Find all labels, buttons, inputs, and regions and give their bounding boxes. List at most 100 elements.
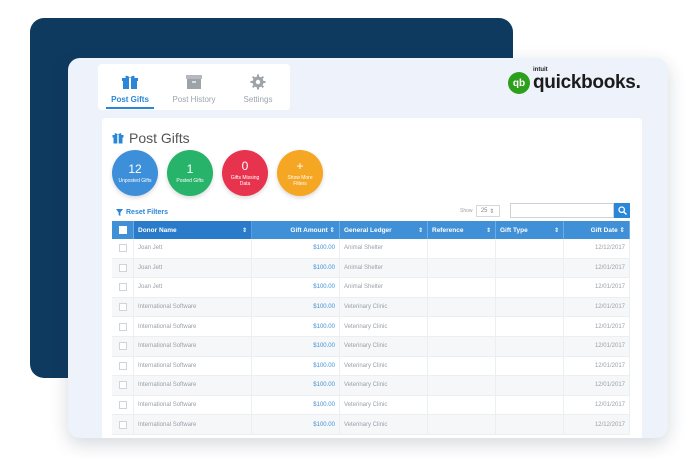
table-cell: International Software (134, 376, 252, 395)
table-cell: 12/12/2017 (564, 239, 630, 258)
filter-icon (116, 209, 123, 216)
table-row[interactable]: International Software $100.00 Veterinary … (112, 356, 630, 377)
stat-circle[interactable]: 0 Gifts Missing Data (222, 150, 268, 196)
stat-count: 12 (128, 161, 142, 176)
gear-icon (250, 74, 266, 90)
table-row[interactable]: Joan Jett $100.00 Animal Shelter 12/01/2017 (112, 258, 630, 279)
table-cell: 12/01/2017 (564, 297, 630, 317)
stat-count: 1 (186, 161, 194, 176)
table-row[interactable]: International Software $100.00 Veterinary … (112, 297, 630, 318)
table-row[interactable]: International Software $100.00 Veterinary … (112, 395, 630, 416)
table-row[interactable]: International Software $100.00 Veterinary … (112, 376, 630, 396)
table-cell (428, 376, 496, 395)
row-checkbox[interactable] (112, 317, 134, 336)
stat-label: Unposted Gifts (118, 177, 152, 184)
tab-post-gifts[interactable]: Post Gifts (98, 64, 162, 110)
sort-icon: ⇕ (553, 227, 559, 234)
table-row[interactable]: International Software $100.00 Veterinary … (112, 336, 630, 357)
row-checkbox[interactable] (112, 376, 134, 395)
stat-circle[interactable]: 1 Posted Gifts (167, 150, 213, 196)
col-gift-type[interactable]: Gift Type ⇕ (496, 221, 564, 239)
table-row[interactable]: Joan Jett $100.00 Animal Shelter 12/12/2017 (112, 239, 630, 259)
stat-count: 0 (241, 158, 249, 173)
search-input[interactable] (510, 203, 614, 218)
sort-icon: ⇕ (417, 227, 423, 234)
table-cell: Veterinary Clinic (340, 336, 428, 356)
tab-label: Post Gifts (111, 95, 149, 104)
table-cell: Veterinary Clinic (340, 415, 428, 434)
sort-icon: ⇕ (619, 227, 625, 234)
table-cell (496, 376, 564, 395)
search-icon (617, 206, 627, 215)
search-button[interactable] (614, 203, 630, 218)
table-body: Joan Jett $100.00 Animal Shelter 12/12/2017… (112, 239, 630, 435)
table-cell: 12/01/2017 (564, 376, 630, 395)
post-gifts-card: Post Gifts 12 Unposted Gifts 1 Posted Gifts… (102, 118, 642, 438)
select-all-checkbox[interactable] (112, 221, 134, 239)
col-donor-name[interactable]: Donor Name ⇕ (134, 221, 252, 239)
reset-filters-label: Reset Filters (126, 209, 169, 216)
sort-icon: ⇕ (485, 227, 491, 234)
table-cell (496, 395, 564, 415)
table-row[interactable]: International Software $100.00 Veterinary … (112, 415, 630, 435)
logo-wordmark: quickbooks. (533, 72, 641, 93)
table-cell: 12/12/2017 (564, 415, 630, 434)
table-cell: Joan Jett (134, 278, 252, 297)
sort-icon: ⇕ (241, 227, 247, 234)
table-cell (496, 356, 564, 376)
table-cell (496, 258, 564, 278)
page-title-text: Post Gifts (129, 130, 190, 146)
page-size-select[interactable]: 25 ⇕ (475, 205, 500, 217)
row-checkbox[interactable] (112, 297, 134, 317)
row-checkbox[interactable] (112, 239, 134, 258)
stat-label: Gifts Missing Data (230, 174, 260, 187)
stat-circle[interactable]: 12 Unposted Gifts (112, 150, 158, 196)
col-gift-date[interactable]: Gift Date ⇕ (564, 221, 630, 239)
stat-circle[interactable]: + Show More Filters (277, 150, 323, 196)
table-row[interactable]: International Software $100.00 Veterinary … (112, 317, 630, 337)
table-cell: 12/01/2017 (564, 278, 630, 297)
row-checkbox[interactable] (112, 356, 134, 376)
table-cell (428, 297, 496, 317)
gift-icon (112, 133, 124, 144)
app-window: Post Gifts Post History Settings qb intu… (68, 58, 668, 438)
show-label: Show (460, 208, 473, 214)
table-cell: $100.00 (252, 278, 340, 297)
row-checkbox[interactable] (112, 336, 134, 356)
page-size-control: Show 25 ⇕ (460, 205, 500, 217)
table-cell (496, 239, 564, 258)
row-checkbox[interactable] (112, 395, 134, 415)
table-cell: $100.00 (252, 376, 340, 395)
tab-post-history[interactable]: Post History (162, 64, 226, 110)
table-cell: 12/01/2017 (564, 317, 630, 336)
page-title: Post Gifts (112, 130, 190, 146)
table-cell (496, 415, 564, 434)
table-cell: 12/01/2017 (564, 395, 630, 415)
col-general-ledger[interactable]: General Ledger ⇕ (340, 221, 428, 239)
tab-bar: Post Gifts Post History Settings (98, 64, 290, 110)
stat-circles: 12 Unposted Gifts 1 Posted Gifts 0 Gifts Miss… (112, 150, 323, 196)
col-reference[interactable]: Reference ⇕ (428, 221, 496, 239)
table-row[interactable]: Joan Jett $100.00 Animal Shelter 12/01/2017 (112, 278, 630, 298)
table-cell: $100.00 (252, 395, 340, 415)
reset-filters-link[interactable]: Reset Filters (116, 209, 168, 216)
table-cell (428, 415, 496, 434)
row-checkbox[interactable] (112, 415, 134, 434)
tab-settings[interactable]: Settings (226, 64, 290, 110)
table-cell (428, 395, 496, 415)
table-cell: Animal Shelter (340, 258, 428, 278)
table-cell: International Software (134, 317, 252, 336)
table-cell (428, 278, 496, 297)
table-cell (428, 356, 496, 376)
table-cell: Joan Jett (134, 258, 252, 278)
col-gift-amount[interactable]: Gift Amount ⇕ (252, 221, 340, 239)
table-cell (496, 317, 564, 336)
table-cell: International Software (134, 297, 252, 317)
tab-label: Post History (172, 95, 216, 104)
table-cell: Animal Shelter (340, 278, 428, 297)
row-checkbox[interactable] (112, 278, 134, 297)
table-cell: International Software (134, 395, 252, 415)
row-checkbox[interactable] (112, 258, 134, 278)
table-cell: Veterinary Clinic (340, 395, 428, 415)
table-cell: Animal Shelter (340, 239, 428, 258)
